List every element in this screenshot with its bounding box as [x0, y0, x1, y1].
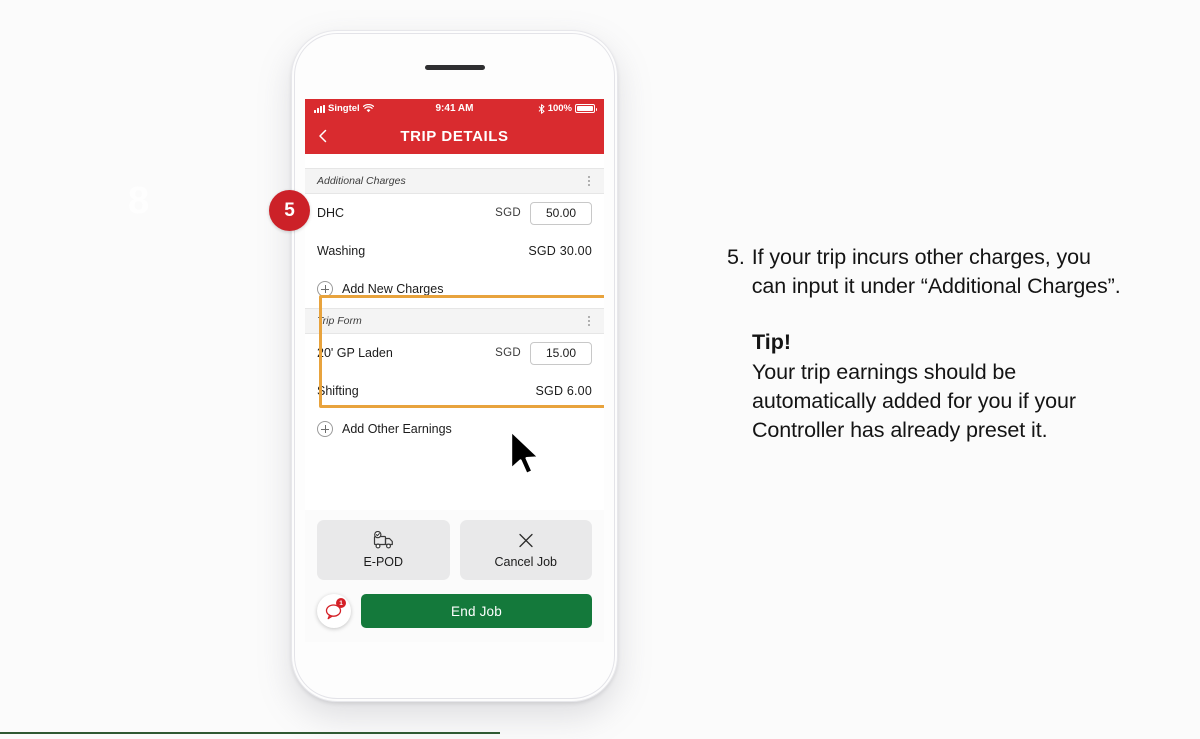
content-top-spacer [305, 154, 604, 168]
screen-content: Additional Charges DHC SGD Washing SGD 3… [305, 154, 604, 642]
earning-row-shifting: Shifting SGD 6.00 [317, 372, 592, 410]
tip-block: Tip! Your trip earnings should be automa… [727, 328, 1127, 445]
instruction-step-number: 5. [727, 245, 745, 269]
add-other-earnings-button[interactable]: Add Other Earnings [317, 410, 592, 448]
close-x-icon [519, 533, 533, 548]
phone-screen: Singtel 9:41 AM 100% TRIP DETAILS Additi… [305, 99, 604, 642]
bluetooth-icon [538, 103, 545, 114]
section-body-trip-form: 20' GP Laden SGD Shifting SGD 6.00 Add O… [305, 334, 604, 448]
section-body-additional-charges: DHC SGD Washing SGD 30.00 Add New Charge… [305, 194, 604, 308]
charge-name: DHC [317, 206, 345, 220]
earning-name: Shifting [317, 384, 359, 398]
epod-button[interactable]: E-POD [317, 520, 450, 580]
section-header-trip-form: Trip Form [305, 308, 604, 334]
section-title-trip-form: Trip Form [317, 315, 362, 327]
status-bar: Singtel 9:41 AM 100% [305, 99, 604, 118]
bottom-accent-rule [0, 732, 500, 734]
instruction-panel: 5. If your trip incurs other charges, yo… [727, 243, 1127, 445]
background-watermark: 8 [128, 180, 150, 222]
kebab-menu-icon[interactable] [586, 313, 592, 329]
section-title-additional-charges: Additional Charges [317, 175, 406, 187]
page-title: TRIP DETAILS [400, 127, 509, 145]
charge-name: Washing [317, 244, 366, 258]
instruction-step-text: If your trip incurs other charges, you c… [751, 245, 1121, 298]
back-chevron-icon[interactable] [316, 129, 330, 143]
earning-row-gp-laden: 20' GP Laden SGD [317, 334, 592, 372]
secondary-actions-row: E-POD Cancel Job [317, 520, 592, 580]
charge-row-washing: Washing SGD 30.00 [317, 232, 592, 270]
cancel-job-button[interactable]: Cancel Job [459, 520, 592, 580]
add-other-earnings-label: Add Other Earnings [342, 422, 452, 436]
carrier-label: Singtel [328, 103, 360, 114]
phone-mockup: Singtel 9:41 AM 100% TRIP DETAILS Additi… [291, 30, 618, 702]
epod-label: E-POD [363, 555, 404, 569]
status-bar-right: 100% [538, 103, 597, 114]
earning-amount-shifting: SGD 6.00 [535, 384, 592, 398]
primary-action-row: 1 End Job [317, 594, 592, 628]
kebab-menu-icon[interactable] [586, 173, 592, 189]
wifi-icon [362, 104, 374, 113]
cancel-job-label: Cancel Job [494, 555, 558, 569]
app-nav-bar: TRIP DETAILS [305, 118, 604, 154]
charge-amount-washing: SGD 30.00 [528, 244, 592, 258]
currency-label: SGD [495, 347, 521, 359]
phone-speaker-grille [424, 65, 485, 70]
tip-title: Tip! [752, 330, 792, 354]
step-badge-5: 5 [269, 190, 310, 231]
signal-bars-icon [314, 104, 325, 113]
earning-name: 20' GP Laden [317, 346, 393, 360]
plus-circle-icon [317, 281, 333, 297]
battery-percent-label: 100% [547, 103, 572, 114]
plus-circle-icon [317, 421, 333, 437]
currency-label: SGD [495, 207, 521, 219]
bottom-actions: E-POD Cancel Job 1 End Job [305, 510, 604, 642]
tip-text: Your trip earnings should be automatical… [752, 360, 1076, 442]
section-header-additional-charges: Additional Charges [305, 168, 604, 194]
charge-amount-input-dhc[interactable] [530, 201, 592, 225]
add-new-charges-label: Add New Charges [342, 282, 444, 296]
charge-row-dhc: DHC SGD [317, 194, 592, 232]
battery-icon [575, 104, 597, 113]
earning-amount-input-gp-laden[interactable] [530, 341, 592, 365]
chat-button[interactable]: 1 [317, 594, 351, 628]
truck-check-icon [374, 531, 394, 549]
instruction-step: 5. If your trip incurs other charges, yo… [727, 243, 1127, 301]
status-bar-left: Singtel [314, 103, 374, 114]
end-job-button[interactable]: End Job [361, 594, 592, 628]
chat-unread-badge: 1 [336, 598, 346, 608]
add-new-charges-button[interactable]: Add New Charges [317, 270, 592, 308]
